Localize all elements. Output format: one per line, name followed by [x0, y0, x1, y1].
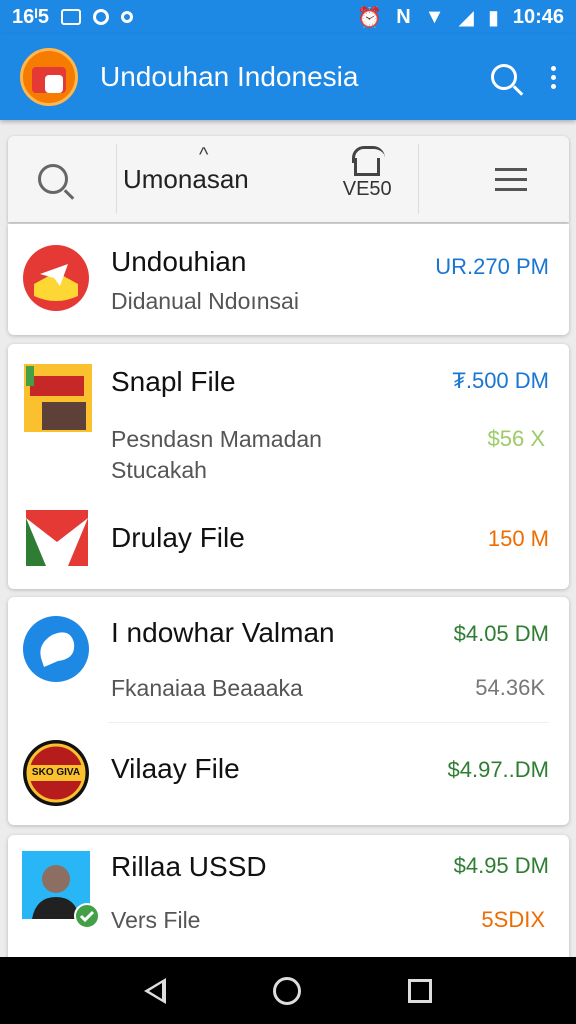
home-outline-icon: [354, 157, 381, 176]
item-subtitle: Fkanaiaa Beaaaka: [111, 675, 303, 701]
item-value: ₮.500 DM: [452, 368, 549, 393]
list-item[interactable]: Drulay File 150 M: [8, 494, 569, 589]
overflow-menu-icon[interactable]: [551, 65, 556, 89]
gallery-notification-icon: [60, 9, 81, 25]
app-bar: Undouhan Indonesia: [0, 34, 576, 120]
home-icon[interactable]: [272, 976, 301, 1005]
item-value: $4.95 DM: [453, 853, 549, 878]
recents-icon[interactable]: [408, 978, 433, 1003]
caret-up-icon: ^: [199, 143, 209, 166]
item-value: $4.97..DM: [447, 757, 550, 782]
version-label: VE50: [342, 177, 392, 200]
navigation-bar: [0, 957, 576, 1024]
menu-icon[interactable]: [494, 167, 527, 191]
gmail-icon: [26, 510, 88, 566]
messenger-icon: [23, 616, 89, 682]
item-value: $4.05 DM: [453, 621, 549, 646]
item-value: 150 M: [487, 526, 549, 551]
sale-poster-icon: [24, 364, 92, 432]
download-card[interactable]: Snapl File Pesndasn Mamadan Stucakah ₮.5…: [8, 344, 569, 589]
status-bar: 16ᴵ5 ⏰ N ▼ ◢ ▮ 10:46: [0, 0, 576, 34]
filter-toolbar: ^ Umonasan VE50: [8, 136, 569, 222]
list-item[interactable]: Rillaa USSD Vers File $4.95 DM 5SDIX: [8, 835, 569, 957]
item-subtitle: Didanual Ndoınsai: [111, 288, 299, 314]
status-left-text: 16ᴵ5: [12, 5, 49, 28]
item-title: Snapl File: [111, 366, 236, 397]
download-card[interactable]: Rillaa USSD Vers File $4.95 DM 5SDIX: [8, 835, 569, 965]
sync-notification-icon: [92, 9, 109, 25]
toolbar-divider: [417, 144, 419, 214]
battery-icon: ▮: [487, 6, 499, 29]
list-item[interactable]: Undouhian Didanual Ndoınsai UR.270 PM: [8, 224, 569, 335]
app-logo-icon[interactable]: [20, 48, 78, 106]
verified-check-icon: [74, 903, 100, 929]
toolbar-divider: [116, 144, 117, 214]
item-title: Rillaa USSD: [111, 851, 267, 882]
alarm-icon: ⏰: [357, 6, 383, 29]
status-time: 10:46: [512, 5, 564, 28]
item-secondary-value: $56 X: [487, 426, 546, 451]
record-notification-icon: [120, 11, 133, 23]
back-icon[interactable]: [143, 977, 166, 1004]
item-subtitle: Pesndasn Mamadan Stucakah: [111, 426, 322, 484]
search-icon[interactable]: [491, 64, 517, 90]
item-value: UR.270 PM: [435, 254, 549, 279]
app-title: Undouhan Indonesia: [100, 61, 359, 92]
list-item[interactable]: I ndowhar Valman Fkanaiaa Beaaaka $4.05 …: [8, 597, 569, 722]
item-title: Drulay File: [111, 522, 245, 553]
list-item[interactable]: SKO GIVA Vilaay File $4.97..DM: [8, 723, 569, 825]
search-filter-icon[interactable]: [38, 164, 68, 194]
wifi-icon: ▼: [424, 5, 445, 28]
mail-app-icon: [23, 245, 89, 311]
item-subtitle: Vers File: [111, 907, 201, 933]
signal-icon: ◢: [458, 6, 474, 29]
category-label: Umonasan: [123, 163, 249, 194]
download-card[interactable]: I ndowhar Valman Fkanaiaa Beaaaka $4.05 …: [8, 597, 569, 825]
item-secondary-value: 5SDIX: [481, 907, 545, 932]
item-title: I ndowhar Valman: [111, 617, 335, 648]
item-title: Undouhian: [111, 246, 247, 277]
list-item[interactable]: Snapl File Pesndasn Mamadan Stucakah ₮.5…: [8, 344, 569, 494]
badge-logo-text: SKO GIVA: [31, 767, 81, 778]
version-button[interactable]: VE50: [342, 157, 392, 201]
item-secondary-value: 54.36K: [475, 675, 545, 700]
download-card[interactable]: Undouhian Didanual Ndoınsai UR.270 PM: [8, 224, 569, 335]
nfc-icon: N: [396, 5, 411, 28]
category-selector[interactable]: ^ Umonasan: [123, 144, 249, 195]
item-title: Vilaay File: [111, 753, 240, 784]
